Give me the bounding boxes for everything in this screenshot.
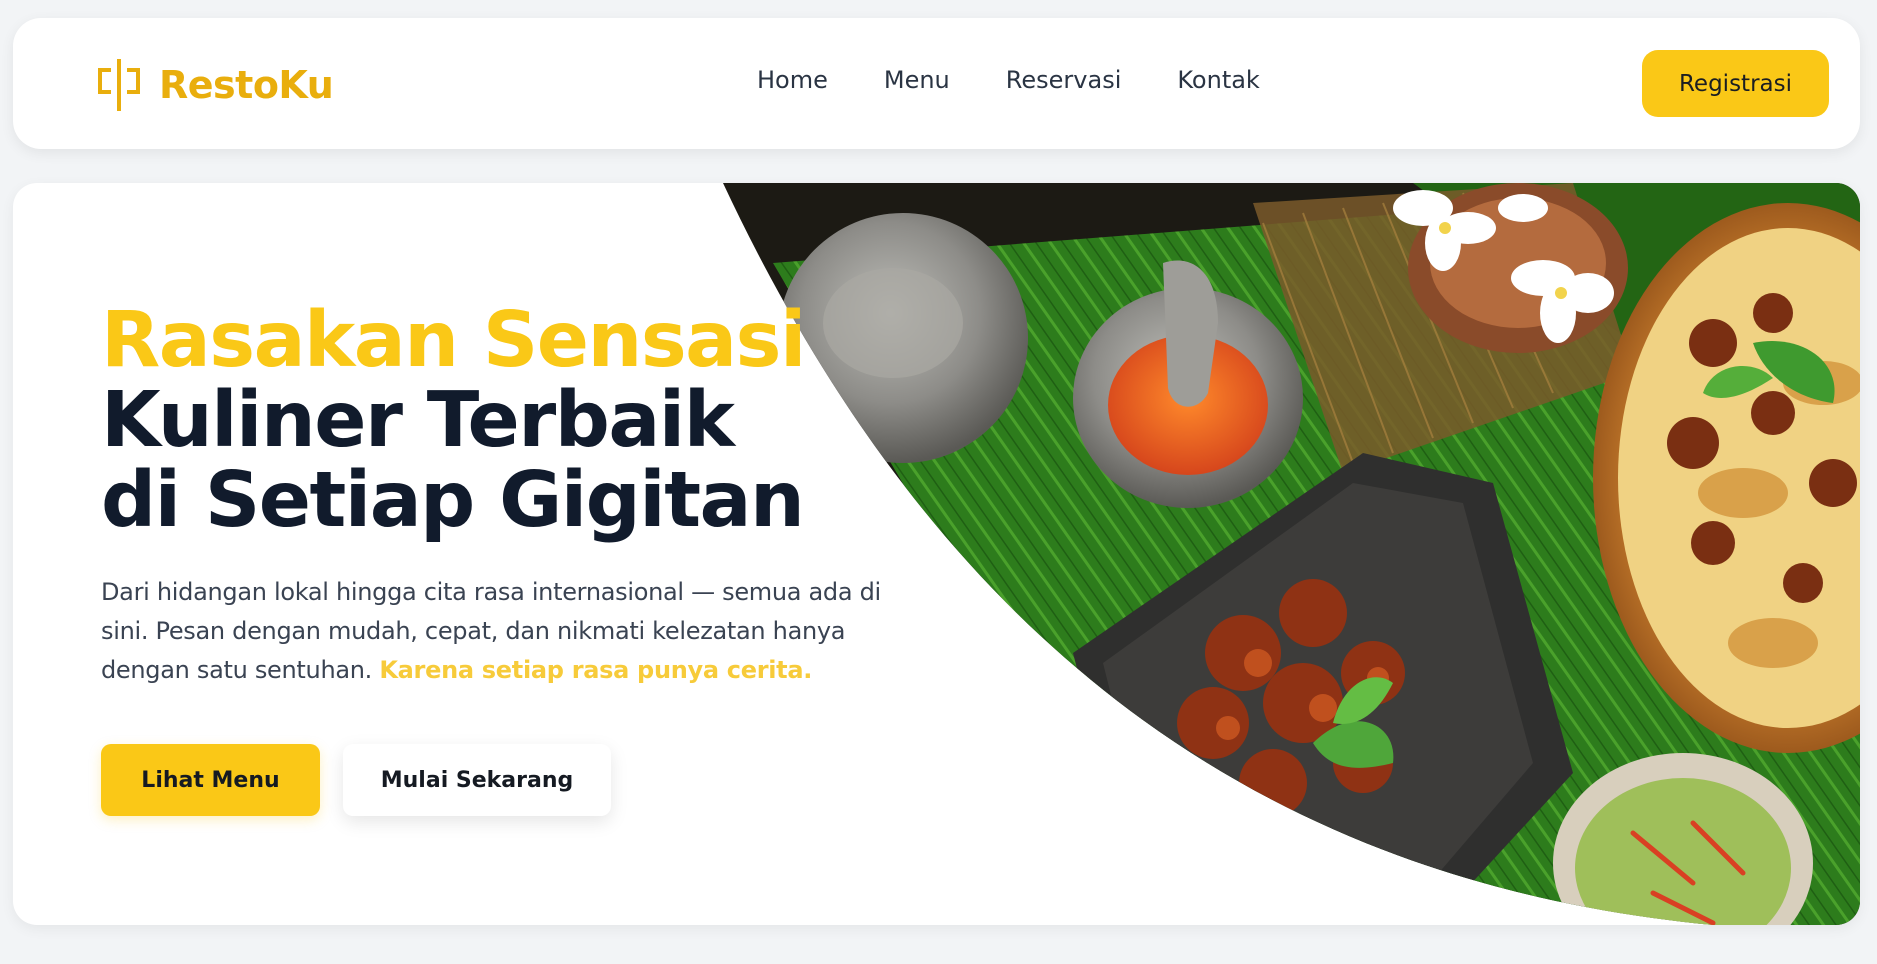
- headline-line-3: di Setiap Gigitan: [101, 456, 805, 545]
- nav-link-kontak[interactable]: Kontak: [1177, 66, 1259, 94]
- headline-line-1: Rasakan Sensasi: [101, 296, 806, 385]
- hero-headline: Rasakan Sensasi Kuliner Terbaik di Setia…: [101, 296, 806, 545]
- hero-section: Rasakan Sensasi Kuliner Terbaik di Setia…: [13, 183, 1860, 925]
- nav-link-menu[interactable]: Menu: [884, 66, 950, 94]
- hero-tagline: Karena setiap rasa punya cerita.: [379, 656, 813, 684]
- navbar: RestoKu Home Menu Reservasi Kontak Regis…: [13, 18, 1860, 149]
- hero-description: Dari hidangan lokal hingga cita rasa int…: [101, 573, 921, 690]
- headline-line-2: Kuliner Terbaik: [101, 376, 735, 465]
- nav-link-reservasi[interactable]: Reservasi: [1006, 66, 1122, 94]
- brand-name: RestoKu: [159, 63, 334, 107]
- logo-bracket-icon: [98, 59, 140, 111]
- register-button[interactable]: Registrasi: [1642, 50, 1829, 117]
- nav-link-home[interactable]: Home: [757, 66, 828, 94]
- main-nav: Home Menu Reservasi Kontak: [757, 66, 1260, 94]
- brand-logo-link[interactable]: RestoKu: [97, 58, 334, 112]
- start-now-button[interactable]: Mulai Sekarang: [343, 744, 611, 816]
- view-menu-button[interactable]: Lihat Menu: [101, 744, 320, 816]
